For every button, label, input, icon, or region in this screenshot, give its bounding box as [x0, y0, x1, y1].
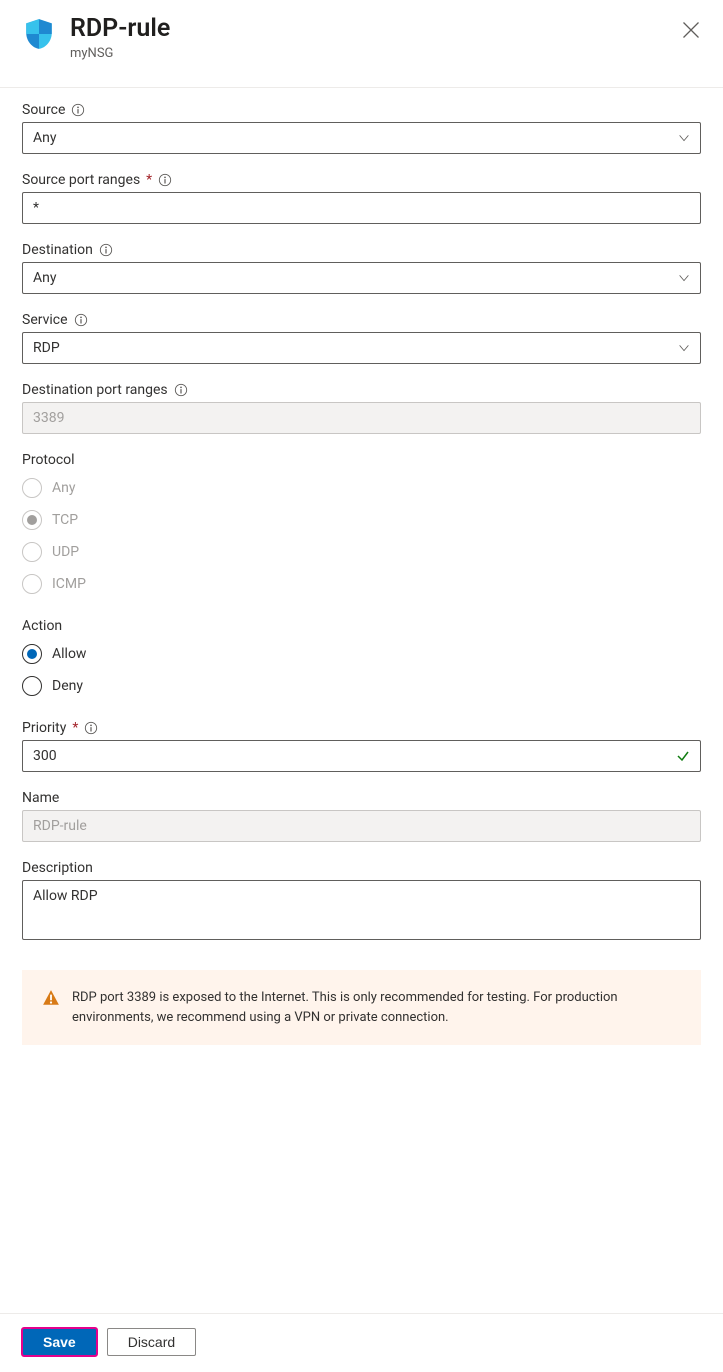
action-allow-label: Allow	[52, 646, 86, 662]
protocol-icmp-label: ICMP	[52, 576, 86, 592]
blade-title: RDP-rule	[70, 14, 681, 44]
description-input[interactable]	[22, 880, 701, 940]
protocol-label: Protocol	[22, 452, 75, 468]
blade-footer: Save Discard	[0, 1313, 723, 1372]
dest-port-input: 3389	[22, 402, 701, 434]
description-label: Description	[22, 860, 93, 876]
warning-banner: RDP port 3389 is exposed to the Internet…	[22, 970, 701, 1045]
protocol-radio-udp: UDP	[22, 536, 701, 568]
protocol-any-label: Any	[52, 480, 76, 496]
protocol-field: Protocol Any TCP UDP ICMP	[22, 452, 701, 600]
service-field: Service RDP	[22, 312, 701, 364]
source-port-field: Source port ranges * *	[22, 172, 701, 224]
priority-field: Priority * 300	[22, 720, 701, 772]
destination-label: Destination	[22, 242, 93, 258]
info-icon[interactable]	[174, 383, 188, 397]
discard-button[interactable]: Discard	[107, 1328, 196, 1356]
destination-field: Destination Any	[22, 242, 701, 294]
protocol-tcp-label: TCP	[52, 512, 78, 528]
protocol-radio-any: Any	[22, 472, 701, 504]
dest-port-field: Destination port ranges 3389	[22, 382, 701, 434]
close-icon[interactable]	[681, 20, 701, 40]
name-field: Name RDP-rule	[22, 790, 701, 842]
blade-header: RDP-rule myNSG	[0, 0, 723, 87]
info-icon[interactable]	[158, 173, 172, 187]
protocol-radio-icmp: ICMP	[22, 568, 701, 600]
service-label: Service	[22, 312, 68, 328]
service-select[interactable]: RDP	[22, 332, 701, 364]
action-radio-allow[interactable]: Allow	[22, 638, 701, 670]
description-field: Description	[22, 860, 701, 940]
shield-icon	[22, 17, 56, 51]
action-radio-deny[interactable]: Deny	[22, 670, 701, 702]
info-icon[interactable]	[74, 313, 88, 327]
required-asterisk: *	[72, 720, 78, 736]
save-button[interactable]: Save	[22, 1328, 97, 1356]
protocol-udp-label: UDP	[52, 544, 79, 560]
source-field: Source Any	[22, 102, 701, 154]
blade-subtitle: myNSG	[70, 46, 681, 61]
name-input: RDP-rule	[22, 810, 701, 842]
name-label: Name	[22, 790, 59, 806]
source-port-label: Source port ranges	[22, 172, 140, 188]
source-select[interactable]: Any	[22, 122, 701, 154]
priority-label: Priority	[22, 720, 66, 736]
action-label: Action	[22, 618, 62, 634]
destination-select[interactable]: Any	[22, 262, 701, 294]
info-icon[interactable]	[71, 103, 85, 117]
dest-port-label: Destination port ranges	[22, 382, 168, 398]
info-icon[interactable]	[84, 721, 98, 735]
priority-input[interactable]: 300	[22, 740, 701, 772]
warning-icon	[42, 989, 60, 1007]
action-field: Action Allow Deny	[22, 618, 701, 702]
nsg-rule-blade: RDP-rule myNSG Source Any Source port ra…	[0, 0, 723, 1372]
required-asterisk: *	[146, 172, 152, 188]
source-label: Source	[22, 102, 65, 118]
action-deny-label: Deny	[52, 678, 83, 694]
info-icon[interactable]	[99, 243, 113, 257]
warning-text: RDP port 3389 is exposed to the Internet…	[72, 988, 681, 1027]
protocol-radio-tcp: TCP	[22, 504, 701, 536]
source-port-input[interactable]: *	[22, 192, 701, 224]
